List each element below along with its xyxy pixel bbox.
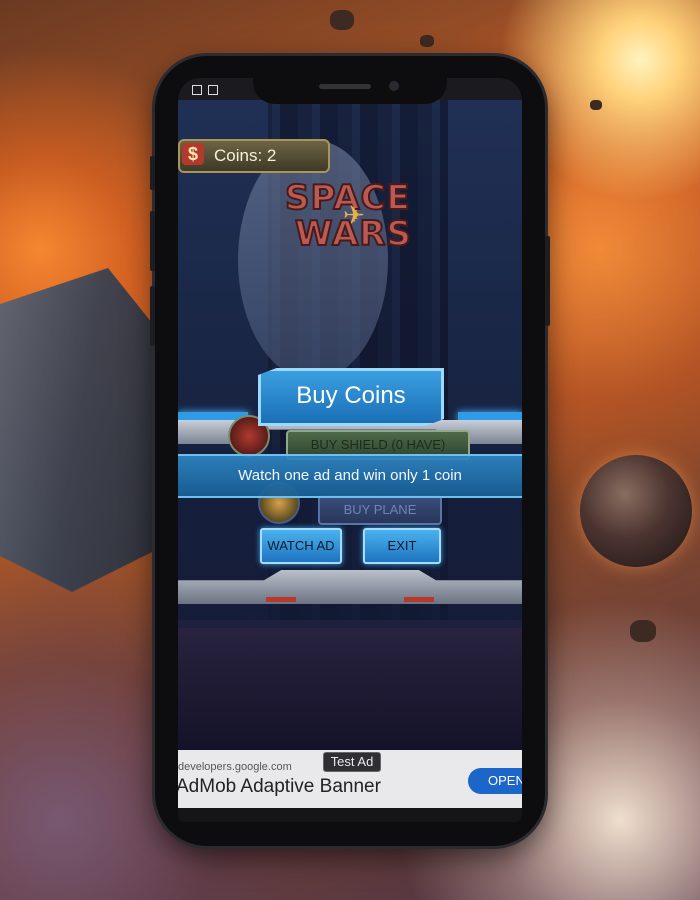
logo-line-2: WARS — [294, 213, 412, 255]
coins-label: Coins: 2 — [214, 146, 277, 165]
buy-plane-button[interactable]: BUY PLANE — [318, 495, 442, 525]
exit-button[interactable]: EXIT — [363, 528, 441, 564]
phone-side-button — [150, 286, 155, 346]
dollar-icon: $ — [182, 143, 204, 165]
dialog-message: Watch one ad and win only 1 coin — [238, 467, 462, 484]
phone-side-button — [150, 211, 155, 271]
phone-side-button — [150, 156, 155, 190]
image-notification-icon — [192, 85, 202, 95]
phone-power-button — [545, 236, 550, 326]
dialog-title: Buy Coins — [296, 382, 406, 409]
front-camera — [389, 81, 399, 91]
asteroid — [590, 100, 602, 110]
space-wars-logo: SPACE ✈ WARS — [283, 177, 433, 260]
coins-counter: $ Coins: 2 — [178, 139, 330, 173]
dialog-title-box: Buy Coins — [258, 368, 444, 426]
scene-floor — [178, 620, 522, 750]
ad-banner[interactable]: developers.google.com Test Ad AdMob Adap… — [178, 750, 522, 808]
app-notification-icon — [208, 85, 218, 95]
speaker-grille — [319, 84, 371, 89]
watch-ad-button[interactable]: WATCH AD — [260, 528, 342, 564]
asteroid — [420, 35, 434, 47]
dialog-message-banner: Watch one ad and win only 1 coin — [178, 454, 522, 498]
phone-screen: $ Coins: 2 SPACE ✈ WARS BUY SHIELD (0 HA… — [178, 78, 522, 822]
game-scene: $ Coins: 2 SPACE ✈ WARS BUY SHIELD (0 HA… — [178, 100, 522, 750]
frame-accent — [404, 597, 434, 602]
test-ad-badge: Test Ad — [323, 752, 381, 772]
ad-headline: AdMob Adaptive Banner — [178, 776, 381, 797]
asteroid — [630, 620, 656, 642]
scene-dome — [238, 140, 388, 380]
planet — [580, 455, 692, 567]
ad-url: developers.google.com — [178, 761, 292, 773]
asteroid — [330, 10, 354, 30]
frame-accent — [266, 597, 296, 602]
navigation-bar — [178, 808, 522, 822]
ad-open-button[interactable]: OPEN — [468, 768, 522, 794]
phone-notch — [253, 70, 447, 104]
